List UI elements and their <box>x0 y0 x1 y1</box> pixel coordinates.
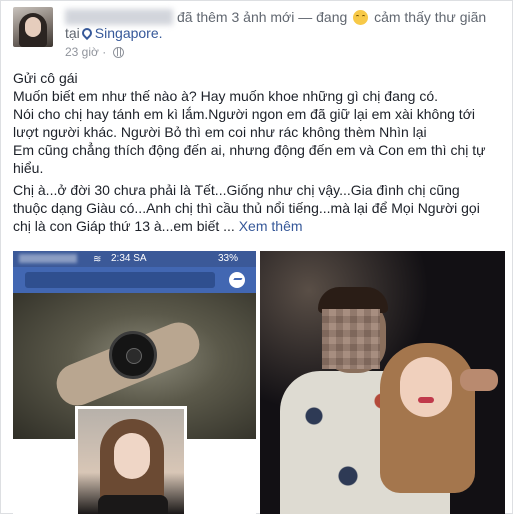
facebook-top-bar <box>13 267 256 293</box>
post-line: chị là con Giáp thứ 13 à...em biết ... <box>13 218 235 234</box>
post-line: Muốn biết em như thế nào à? Hay muốn kho… <box>13 88 439 104</box>
photo-screenshot[interactable]: ≋ 2:34 SA 33% <box>13 251 256 514</box>
relieved-emoji-icon <box>353 10 369 25</box>
photo-grid: ≋ 2:34 SA 33% <box>13 251 505 514</box>
post-text: Gửi cô gái Muốn biết em như thế nào à? H… <box>13 69 505 235</box>
messenger-icon <box>229 272 245 288</box>
location-prefix: tại <box>65 25 80 41</box>
avatar-face <box>25 17 41 37</box>
post-line: Em cũng chẳng thích động đến ai, nhưng đ… <box>13 142 486 158</box>
phone-status-bar: ≋ 2:34 SA 33% <box>13 251 256 267</box>
woman-face <box>400 357 452 417</box>
search-bar <box>25 272 215 288</box>
post-line: thuộc dạng Giàu có...Anh chị thì cầu thủ… <box>13 200 480 216</box>
phone-battery: 33% <box>218 253 239 264</box>
post-meta: 23 giờ · <box>65 45 124 59</box>
post-line: Nói cho chị hay tánh em kì lắm.Người ngo… <box>13 106 475 122</box>
action-text: đã thêm 3 ảnh mới — đang <box>177 9 348 25</box>
post-card: đã thêm 3 ảnh mới — đang cảm thấy thư gi… <box>0 0 513 514</box>
post-line: lượt người khác. Người Bỏ thì em coi như… <box>13 124 427 140</box>
location-link[interactable]: Singapore. <box>95 25 163 41</box>
post-line: Gửi cô gái <box>13 70 78 86</box>
photo-couple[interactable] <box>260 251 505 514</box>
author-name-redacted[interactable] <box>65 9 173 25</box>
post-line-last: chị là con Giáp thứ 13 à...em biết ... X… <box>13 217 505 235</box>
post-line: Chị à...ở đời 30 chưa phải là Tết...Giốn… <box>13 182 460 198</box>
author-avatar[interactable] <box>13 7 53 47</box>
see-more-link[interactable]: Xem thêm <box>239 218 303 234</box>
globe-icon[interactable] <box>112 47 124 58</box>
profile-picture <box>75 406 187 514</box>
post-timestamp[interactable]: 23 giờ · <box>65 45 106 59</box>
profile-top <box>98 495 168 514</box>
post-header: đã thêm 3 ảnh mới — đang cảm thấy thư gi… <box>13 7 504 63</box>
profile-face <box>114 433 150 479</box>
carrier-redacted <box>19 254 77 263</box>
map-pin-icon <box>79 25 94 41</box>
post-action-line: đã thêm 3 ảnh mới — đang cảm thấy thư gi… <box>177 9 486 25</box>
woman-lips <box>418 397 434 403</box>
feeling-text: cảm thấy thư giãn <box>374 9 487 25</box>
location-line: tại Singapore. <box>65 25 163 41</box>
pixelated-face <box>322 309 380 369</box>
watch-icon <box>109 331 157 379</box>
wifi-icon: ≋ <box>93 254 102 265</box>
phone-time: 2:34 SA <box>111 253 147 264</box>
post-line: hiểu. <box>13 160 44 176</box>
man-hand <box>460 369 498 391</box>
